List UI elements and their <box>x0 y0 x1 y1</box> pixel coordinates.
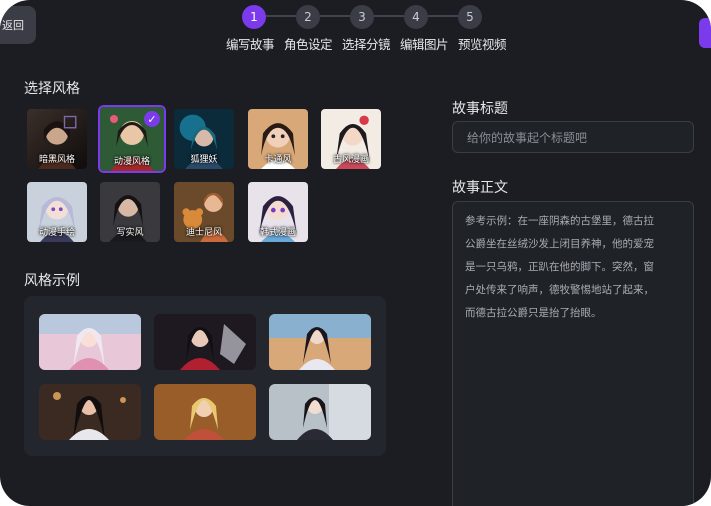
step-2-dot[interactable]: 2 <box>296 5 320 29</box>
style-card-realistic[interactable]: 写实风 <box>98 180 162 244</box>
style-card-cartoon[interactable]: 卡通风 <box>246 107 310 171</box>
step-labels: 编写故事 角色设定 选择分镜 编辑图片 预览视频 <box>226 34 506 53</box>
story-body-line: 是一只乌鸦，正趴在他的脚下。突然，窗 <box>465 261 654 273</box>
style-card-hand-drawn[interactable]: 动漫手绘 <box>25 180 89 244</box>
step-4-dot[interactable]: 4 <box>404 5 428 29</box>
story-title-placeholder: 给你的故事起个标题吧 <box>467 130 588 145</box>
step-1-dot[interactable]: 1 <box>242 5 266 29</box>
style-example-panel <box>24 296 386 456</box>
style-card-dark[interactable]: 暗黑风格 <box>25 107 89 171</box>
step-label-edit-image[interactable]: 编辑图片 <box>400 34 449 53</box>
step-connector <box>320 15 350 17</box>
style-label: 狐狸妖 <box>190 155 218 165</box>
style-label: 动漫手绘 <box>38 228 75 238</box>
step-label-write-story[interactable]: 编写故事 <box>226 34 275 53</box>
story-body-line: 户处传来了响声，德牧警惕地站了起来， <box>465 284 654 296</box>
style-label: 韩式漫画 <box>259 228 296 238</box>
example-image-4 <box>39 384 141 440</box>
step-5-dot[interactable]: 5 <box>458 5 482 29</box>
style-card-fox[interactable]: 狐狸妖 <box>172 107 236 171</box>
style-card-anime[interactable]: ✓ 动漫风格 <box>98 105 166 173</box>
style-section-title: 选择风格 <box>24 81 80 97</box>
style-card-ancient[interactable]: 古风漫画 <box>319 107 383 171</box>
example-image <box>154 314 256 370</box>
side-accent-tab <box>699 18 711 48</box>
style-card-disney[interactable]: 迪士尼风 <box>172 180 236 244</box>
step-indicator: 1 2 3 4 5 <box>242 2 482 32</box>
example-image-5 <box>154 384 256 440</box>
step-label-storyboard[interactable]: 选择分镜 <box>342 34 391 53</box>
example-image-2 <box>154 314 256 370</box>
back-button[interactable]: 返回 <box>0 6 36 44</box>
story-body-line: 而德古拉公爵只是抬了抬眼。 <box>465 307 602 319</box>
style-label: 动漫风格 <box>113 157 150 167</box>
story-body-line: 公爵坐在丝绒沙发上闭目养神，他的爱宠 <box>465 238 654 250</box>
example-image-1 <box>39 314 141 370</box>
example-image <box>39 314 141 370</box>
back-button-label: 返回 <box>2 19 24 32</box>
style-label: 古风漫画 <box>332 155 369 165</box>
step-label-preview[interactable]: 预览视频 <box>458 34 507 53</box>
story-body-label: 故事正文 <box>452 180 508 196</box>
step-connector <box>374 15 404 17</box>
example-image <box>269 314 371 370</box>
example-image <box>269 384 371 440</box>
style-card-korean[interactable]: 韩式漫画 <box>246 180 310 244</box>
style-label: 卡通风 <box>264 155 292 165</box>
style-label: 迪士尼风 <box>185 228 222 238</box>
app-window: 返回 1 2 3 4 5 编写故事 角色设定 选择分镜 编辑图片 预览视频 选择… <box>0 0 711 506</box>
example-image <box>154 384 256 440</box>
story-body-line: 参考示例：在一座阴森的古堡里，德古拉 <box>465 215 654 227</box>
example-image <box>39 384 141 440</box>
example-image-3 <box>269 314 371 370</box>
step-3-dot[interactable]: 3 <box>350 5 374 29</box>
example-image-6 <box>269 384 371 440</box>
style-label: 暗黑风格 <box>38 155 75 165</box>
example-section-title: 风格示例 <box>24 273 80 289</box>
step-connector <box>266 15 296 17</box>
step-connector <box>428 15 458 17</box>
story-body-textarea[interactable]: 参考示例：在一座阴森的古堡里，德古拉 公爵坐在丝绒沙发上闭目养神，他的爱宠 是一… <box>452 201 694 506</box>
selected-check-icon: ✓ <box>144 111 160 127</box>
style-label: 写实风 <box>116 228 144 238</box>
step-label-character[interactable]: 角色设定 <box>284 34 333 53</box>
story-title-label: 故事标题 <box>452 101 508 117</box>
story-title-input[interactable]: 给你的故事起个标题吧 <box>452 121 694 153</box>
